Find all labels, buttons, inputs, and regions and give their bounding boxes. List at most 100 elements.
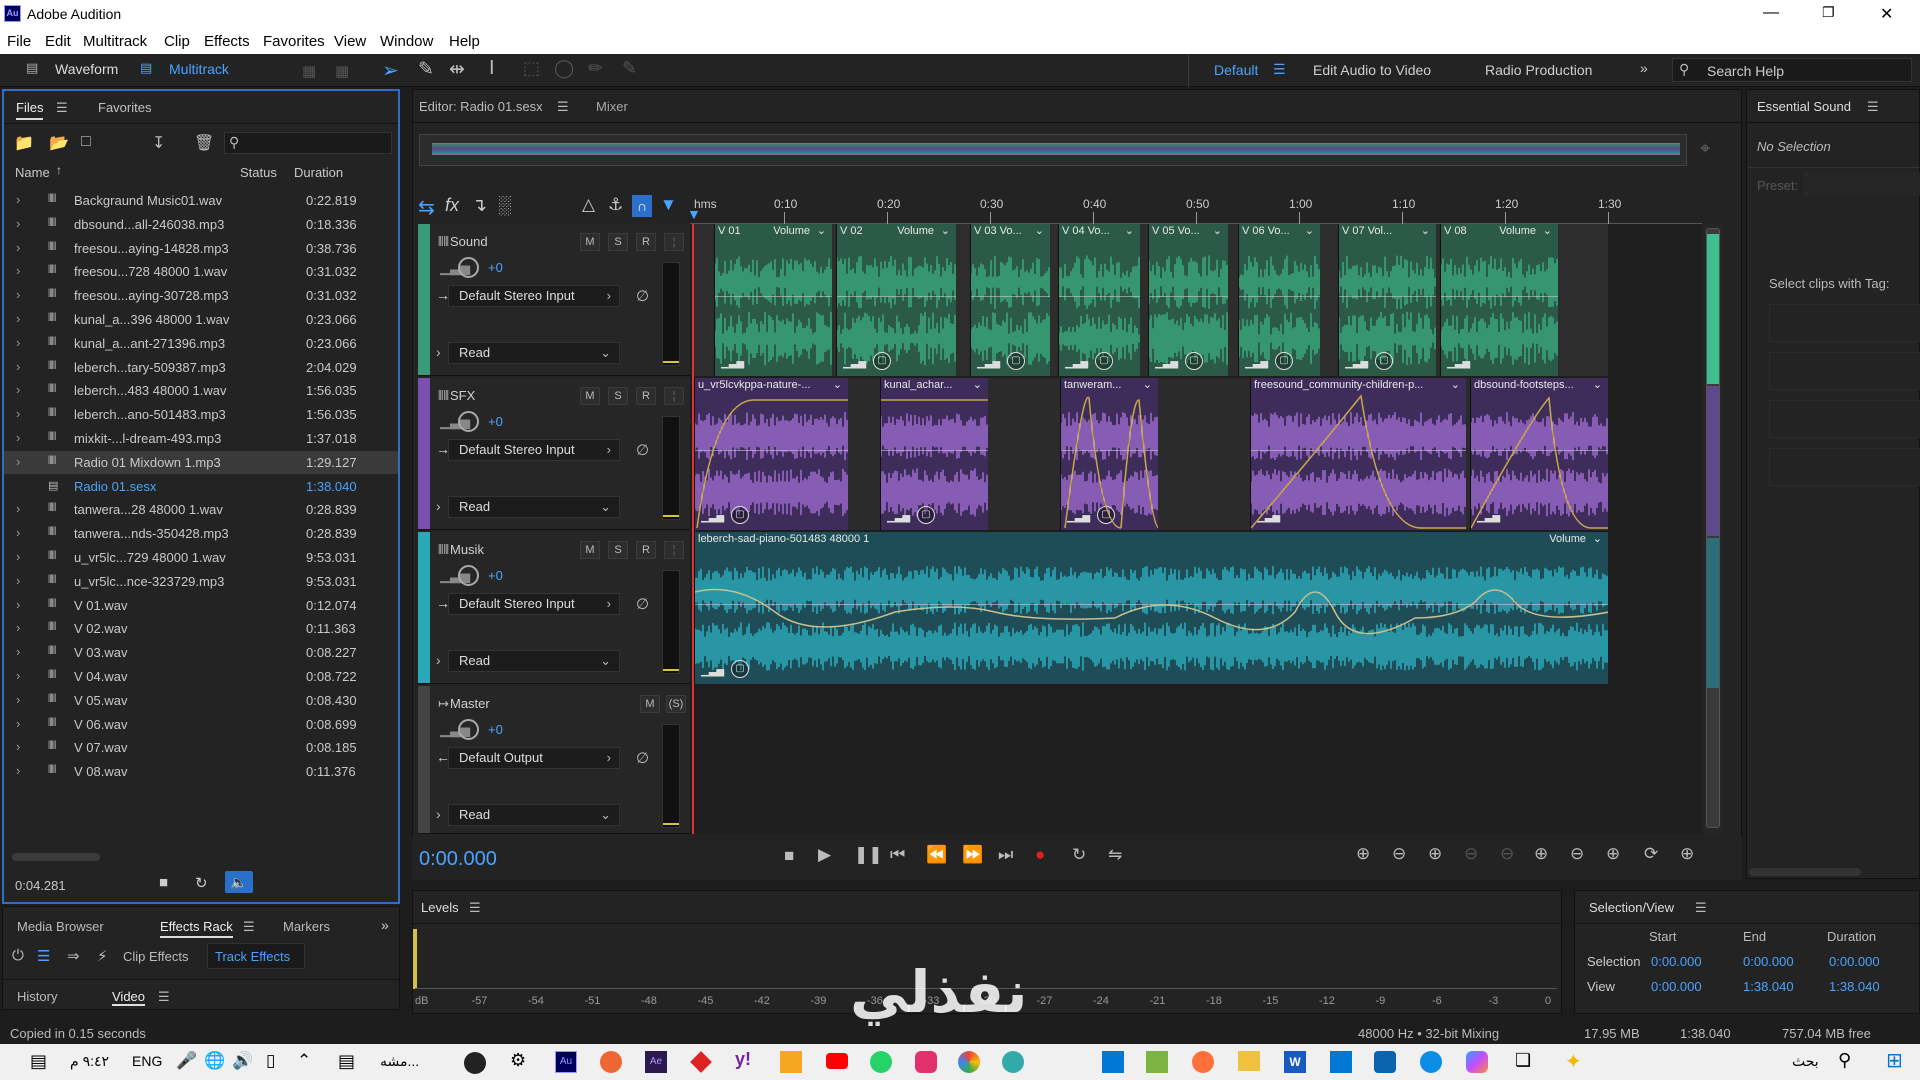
zoom-selection-icon[interactable]: ⊕: [1606, 844, 1620, 864]
input-select[interactable]: Default Stereo Input ›: [448, 439, 620, 461]
expand-automation-icon[interactable]: ›: [436, 652, 441, 668]
menu-icon[interactable]: ☰: [243, 919, 255, 935]
track-name[interactable]: Musik: [450, 542, 484, 557]
file-row[interactable]: › ⫴⫴ tanwera...nds-350428.mp3 0:28.839: [4, 522, 398, 545]
horizontal-scrollbar[interactable]: [12, 853, 100, 861]
volume-envelope[interactable]: [1471, 378, 1608, 530]
widget-icon[interactable]: ▤: [338, 1051, 355, 1072]
track-name[interactable]: SFX: [450, 388, 475, 403]
zoom-tracks-icon[interactable]: ⟳: [1644, 844, 1658, 864]
clip-gain-icon[interactable]: ▁▃▅: [1155, 358, 1178, 369]
spectral-view-icon[interactable]: ▦: [302, 62, 316, 80]
solo-button[interactable]: S: [608, 233, 628, 251]
next-icon[interactable]: ⏭: [998, 845, 1013, 865]
expand-icon[interactable]: ›: [16, 668, 20, 683]
sparkle-icon[interactable]: ✦: [1565, 1049, 1582, 1074]
expand-icon[interactable]: ›: [16, 192, 20, 207]
solo-button[interactable]: (S): [666, 695, 686, 713]
expand-automation-icon[interactable]: ›: [436, 344, 441, 360]
notification-icon[interactable]: ▤: [30, 1051, 47, 1072]
move-tool-icon[interactable]: ➢: [382, 58, 399, 83]
audio-clip[interactable]: V 01 Volume ⌄ ▁▃▅: [714, 224, 832, 376]
expand-icon[interactable]: ›: [16, 263, 20, 278]
app-icon[interactable]: [690, 1051, 712, 1073]
column-duration[interactable]: Duration: [294, 165, 343, 180]
file-row[interactable]: › ⫴⫴ leberch...tary-509387.mp3 2:04.029: [4, 356, 398, 379]
pitch-view-icon[interactable]: ▦: [335, 62, 349, 80]
envelope-path[interactable]: [1251, 394, 1466, 529]
expand-icon[interactable]: ›: [16, 359, 20, 374]
network-icon[interactable]: 🌐: [204, 1051, 225, 1071]
levels-title[interactable]: Levels: [421, 900, 459, 915]
volume-envelope[interactable]: [695, 532, 1608, 684]
track-header-sfx[interactable]: ⫴⫴ SFX M S R ¦ ▁▃▅ +0 → Default Stereo Input › ∅ › Re…: [418, 378, 690, 530]
app-icon[interactable]: [780, 1051, 802, 1073]
clip-gain-icon[interactable]: ▁▃▅: [1065, 358, 1088, 369]
app-icon[interactable]: [600, 1051, 622, 1073]
zoom-reset-icon[interactable]: ⊕: [1680, 844, 1694, 864]
file-row[interactable]: › ⫴⫴ tanwera...28 48000 1.wav 0:28.839: [4, 498, 398, 521]
expand-icon[interactable]: ›: [16, 716, 20, 731]
autoplay-icon[interactable]: 🔈: [225, 871, 253, 893]
horizontal-scrollbar[interactable]: [1749, 868, 1861, 876]
volume-envelope-label[interactable]: Volume: [897, 225, 934, 237]
pause-icon[interactable]: ❚❚: [854, 845, 883, 865]
zoom-out-time-icon[interactable]: ⊖: [1464, 844, 1478, 864]
yahoo-icon[interactable]: y!: [735, 1049, 751, 1070]
volume-value[interactable]: +0: [488, 414, 503, 429]
zoom-fit-icon[interactable]: ⌖: [1700, 138, 1710, 159]
tag-dialogue[interactable]: [1769, 304, 1920, 342]
more-workspaces-icon[interactable]: »: [1640, 60, 1648, 76]
tab-files[interactable]: Files: [16, 100, 44, 120]
play-icon[interactable]: ▶: [818, 845, 831, 865]
edge-icon[interactable]: [1420, 1051, 1442, 1073]
expand-icon[interactable]: ›: [16, 406, 20, 421]
clip-gain-icon[interactable]: ▁▃▅: [977, 358, 1000, 369]
output-select[interactable]: Default Output ›: [448, 747, 620, 769]
snap-icon[interactable]: ⚓: [608, 195, 623, 215]
expand-icon[interactable]: ›: [16, 382, 20, 397]
files-search-input[interactable]: ⚲: [224, 132, 392, 154]
tab-favorites[interactable]: Favorites: [98, 100, 151, 115]
menu-multitrack[interactable]: Multitrack: [83, 33, 147, 50]
healing-icon[interactable]: ✎: [622, 58, 637, 79]
expand-icon[interactable]: ›: [16, 311, 20, 326]
expand-icon[interactable]: ›: [16, 216, 20, 231]
phase-invert-icon[interactable]: ∅: [636, 287, 649, 305]
volume-line[interactable]: [715, 296, 832, 297]
file-row[interactable]: › ⫴⫴ freesou...728 48000 1.wav 0:31.032: [4, 260, 398, 283]
envelope-path[interactable]: [1471, 396, 1608, 529]
file-row[interactable]: › ⫴⫴ Radio 01 Mixdown 1.mp3 1:29.127: [4, 450, 398, 474]
menu-edit[interactable]: Edit: [45, 33, 71, 50]
tab-editor[interactable]: Editor: Radio 01.sesx: [419, 99, 543, 114]
file-row[interactable]: › ⫴⫴ V 05.wav 0:08.430: [4, 689, 398, 712]
clip-menu-icon[interactable]: ⌄: [941, 224, 950, 237]
taskbar-search-label[interactable]: بحث: [1792, 1053, 1819, 1070]
menu-icon[interactable]: ☰: [1273, 61, 1286, 78]
tag-music[interactable]: [1769, 352, 1920, 390]
zoom-out-amplitude-icon[interactable]: ⊖: [1392, 844, 1406, 864]
app-icon[interactable]: [1102, 1051, 1124, 1073]
selection-view-title[interactable]: Selection/View: [1589, 900, 1674, 915]
solo-button[interactable]: S: [608, 387, 628, 405]
tab-multitrack[interactable]: Multitrack: [169, 61, 229, 77]
phase-invert-icon[interactable]: ∅: [636, 749, 649, 767]
monitor-input-icon[interactable]: ¦: [664, 233, 684, 251]
file-row[interactable]: › ⫴⫴ freesou...aying-30728.mp3 0:31.032: [4, 284, 398, 307]
expand-automation-icon[interactable]: ›: [436, 806, 441, 822]
zoom-in-time-icon[interactable]: ⊕: [1428, 844, 1442, 864]
fast-forward-icon[interactable]: ⏩: [962, 845, 983, 865]
more-tabs-icon[interactable]: »: [381, 917, 389, 933]
essential-sound-title[interactable]: Essential Sound: [1757, 99, 1851, 114]
restore-icon[interactable]: ❐: [1822, 4, 1835, 21]
clip-gain-icon[interactable]: ▁▃▅: [1447, 358, 1470, 369]
volume-value[interactable]: +0: [488, 260, 503, 275]
import-icon[interactable]: 📂: [49, 133, 69, 153]
audio-clip[interactable]: leberch-sad-piano-501483 48000 1 Volume ⌄ ▢…: [694, 532, 1608, 684]
input-select[interactable]: Default Stereo Input ›: [448, 285, 620, 307]
expand-automation-icon[interactable]: ›: [436, 498, 441, 514]
search-input[interactable]: Search Help: [1707, 63, 1784, 79]
zoom-out-point-icon[interactable]: ⊖: [1570, 844, 1584, 864]
vertical-scrollbar[interactable]: [1704, 224, 1722, 836]
clip-menu-icon[interactable]: ⌄: [1213, 224, 1222, 237]
